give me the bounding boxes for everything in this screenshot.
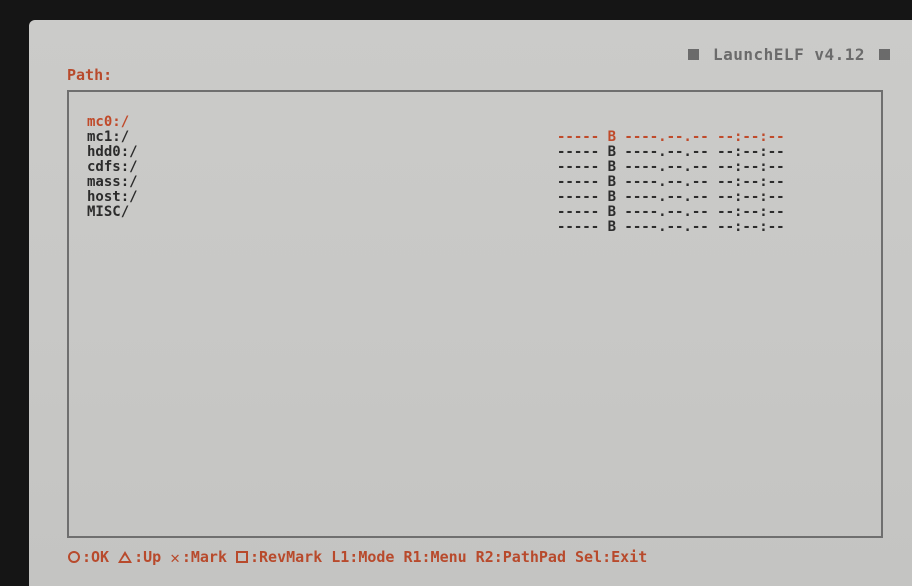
app-title: LaunchELF v4.12 <box>713 45 865 64</box>
hint-label: :Up <box>134 548 162 566</box>
path-label: Path: <box>67 66 113 84</box>
controls-footer: :OK :Up ✕ :Mark :RevMark L1:Mode R1:Menu… <box>68 548 656 566</box>
file-row[interactable]: host:/ ----- B ----.--.-- --:--:-- <box>69 175 881 220</box>
file-info: ----- B ----.--.-- --:--:-- <box>557 219 785 235</box>
file-row[interactable]: hdd0:/ ----- B ----.--.-- --:--:-- <box>69 130 881 175</box>
hint-menu: R1:Menu <box>403 548 466 566</box>
file-row[interactable]: mc0:/ ----- B ----.--.-- --:--:-- <box>69 100 881 145</box>
file-name: MISC/ <box>87 204 130 220</box>
file-row[interactable]: MISC/ ----- B ----.--.-- --:--:-- <box>69 190 881 235</box>
hint-label: R2:PathPad <box>475 548 566 566</box>
square-icon <box>235 551 248 563</box>
title-left-square-icon <box>688 49 699 60</box>
hint-exit: Sel:Exit <box>575 548 647 566</box>
title-right-square-icon <box>879 49 890 60</box>
hint-label: :RevMark <box>249 548 323 566</box>
hint-mark: ✕ :Mark <box>170 548 227 566</box>
hint-ok: :OK <box>68 548 109 566</box>
hint-pathpad: R2:PathPad <box>476 548 566 566</box>
hint-label: R1:Menu <box>403 548 467 566</box>
file-info: ----- B ----.--.-- --:--:-- <box>557 204 785 220</box>
cross-icon: ✕ <box>170 547 180 567</box>
hint-label: L1:Mode <box>331 548 395 566</box>
file-row[interactable]: mass:/ ----- B ----.--.-- --:--:-- <box>69 160 881 205</box>
hint-label: Sel:Exit <box>574 548 648 566</box>
circle-icon <box>68 551 80 563</box>
file-row[interactable]: cdfs:/ ----- B ----.--.-- --:--:-- <box>69 145 881 190</box>
triangle-icon <box>118 551 133 563</box>
hint-mode: L1:Mode <box>331 548 394 566</box>
file-list[interactable]: mc0:/ ----- B ----.--.-- --:--:-- mc1:/ … <box>67 90 883 538</box>
title-bar: LaunchELF v4.12 <box>688 45 890 64</box>
hint-label: :Mark <box>181 548 227 566</box>
hint-label: :OK <box>82 548 110 566</box>
launchelf-screen: LaunchELF v4.12 Path: mc0:/ ----- B ----… <box>29 20 912 586</box>
hint-revmark: :RevMark <box>235 548 323 566</box>
file-row[interactable]: mc1:/ ----- B ----.--.-- --:--:-- <box>69 115 881 160</box>
hint-up: :Up <box>118 548 161 566</box>
